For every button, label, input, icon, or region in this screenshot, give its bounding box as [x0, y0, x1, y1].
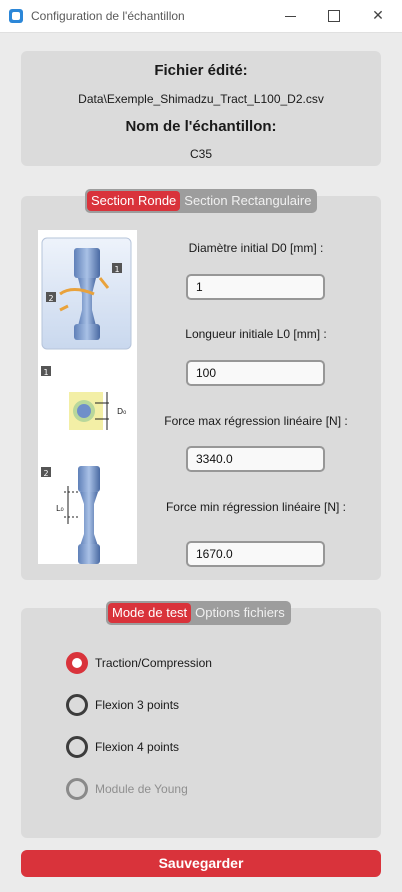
radio-indicator[interactable]: [66, 736, 88, 758]
badge-1-top: 1: [114, 265, 119, 274]
minimize-button[interactable]: [278, 4, 302, 28]
force-min-label: Force min régression linéaire [N] :: [165, 500, 347, 514]
mode-panel: [21, 608, 381, 838]
radio-label: Flexion 3 points: [95, 698, 180, 712]
section-tabs: Section Ronde Section Rectangulaire: [85, 189, 318, 213]
specimen-illustration: 1 2 1 D₀ 2 L₀: [38, 230, 137, 564]
d0-label: D₀: [117, 407, 126, 416]
length-label: Longueur initiale L0 [mm] :: [185, 327, 327, 341]
title-bar: Configuration de l'échantillon ✕: [0, 0, 402, 33]
radio-module-young: Module de Young: [66, 778, 188, 800]
tab-mode-de-test[interactable]: Mode de test: [108, 603, 192, 623]
radio-label: Flexion 4 points: [95, 740, 180, 754]
file-info-panel: Fichier édité: Data\Exemple_Shimadzu_Tra…: [21, 51, 381, 166]
radio-traction[interactable]: Traction/Compression: [66, 652, 212, 674]
length-input[interactable]: [186, 360, 325, 386]
file-label: Fichier édité:: [154, 62, 248, 79]
tab-options-fichiers[interactable]: Options fichiers: [191, 603, 289, 623]
window-title: Configuration de l'échantillon: [31, 9, 185, 23]
mode-tabs: Mode de test Options fichiers: [106, 601, 291, 625]
diameter-label: Diamètre initial D0 [mm] :: [188, 241, 324, 255]
badge-2-top: 2: [48, 294, 53, 303]
radio-label: Traction/Compression: [95, 656, 212, 670]
radio-label: Module de Young: [95, 782, 188, 796]
close-button[interactable]: ✕: [366, 4, 390, 28]
force-max-label: Force max régression linéaire [N] :: [164, 414, 348, 428]
force-max-input[interactable]: [186, 446, 325, 472]
radio-flexion-3[interactable]: Flexion 3 points: [66, 694, 179, 716]
l0-label: L₀: [56, 504, 64, 513]
radio-flexion-4[interactable]: Flexion 4 points: [66, 736, 179, 758]
tab-section-ronde[interactable]: Section Ronde: [87, 191, 181, 211]
radio-indicator: [66, 778, 88, 800]
save-button[interactable]: Sauvegarder: [21, 850, 381, 877]
maximize-button[interactable]: [321, 4, 345, 28]
tab-section-rectangulaire[interactable]: Section Rectangulaire: [180, 191, 315, 211]
file-path: Data\Exemple_Shimadzu_Tract_L100_D2.csv: [78, 92, 324, 106]
sample-label: Nom de l'échantillon:: [125, 118, 277, 135]
badge-1: 1: [43, 368, 48, 377]
specimen-diagram: 1 2 1 D₀ 2 L₀: [41, 237, 132, 564]
diameter-input[interactable]: [186, 274, 325, 300]
sample-name: C35: [189, 147, 212, 161]
force-min-input[interactable]: [186, 541, 325, 567]
radio-indicator[interactable]: [66, 652, 88, 674]
badge-2: 2: [43, 469, 48, 478]
radio-indicator[interactable]: [66, 694, 88, 716]
app-icon: [9, 9, 23, 23]
